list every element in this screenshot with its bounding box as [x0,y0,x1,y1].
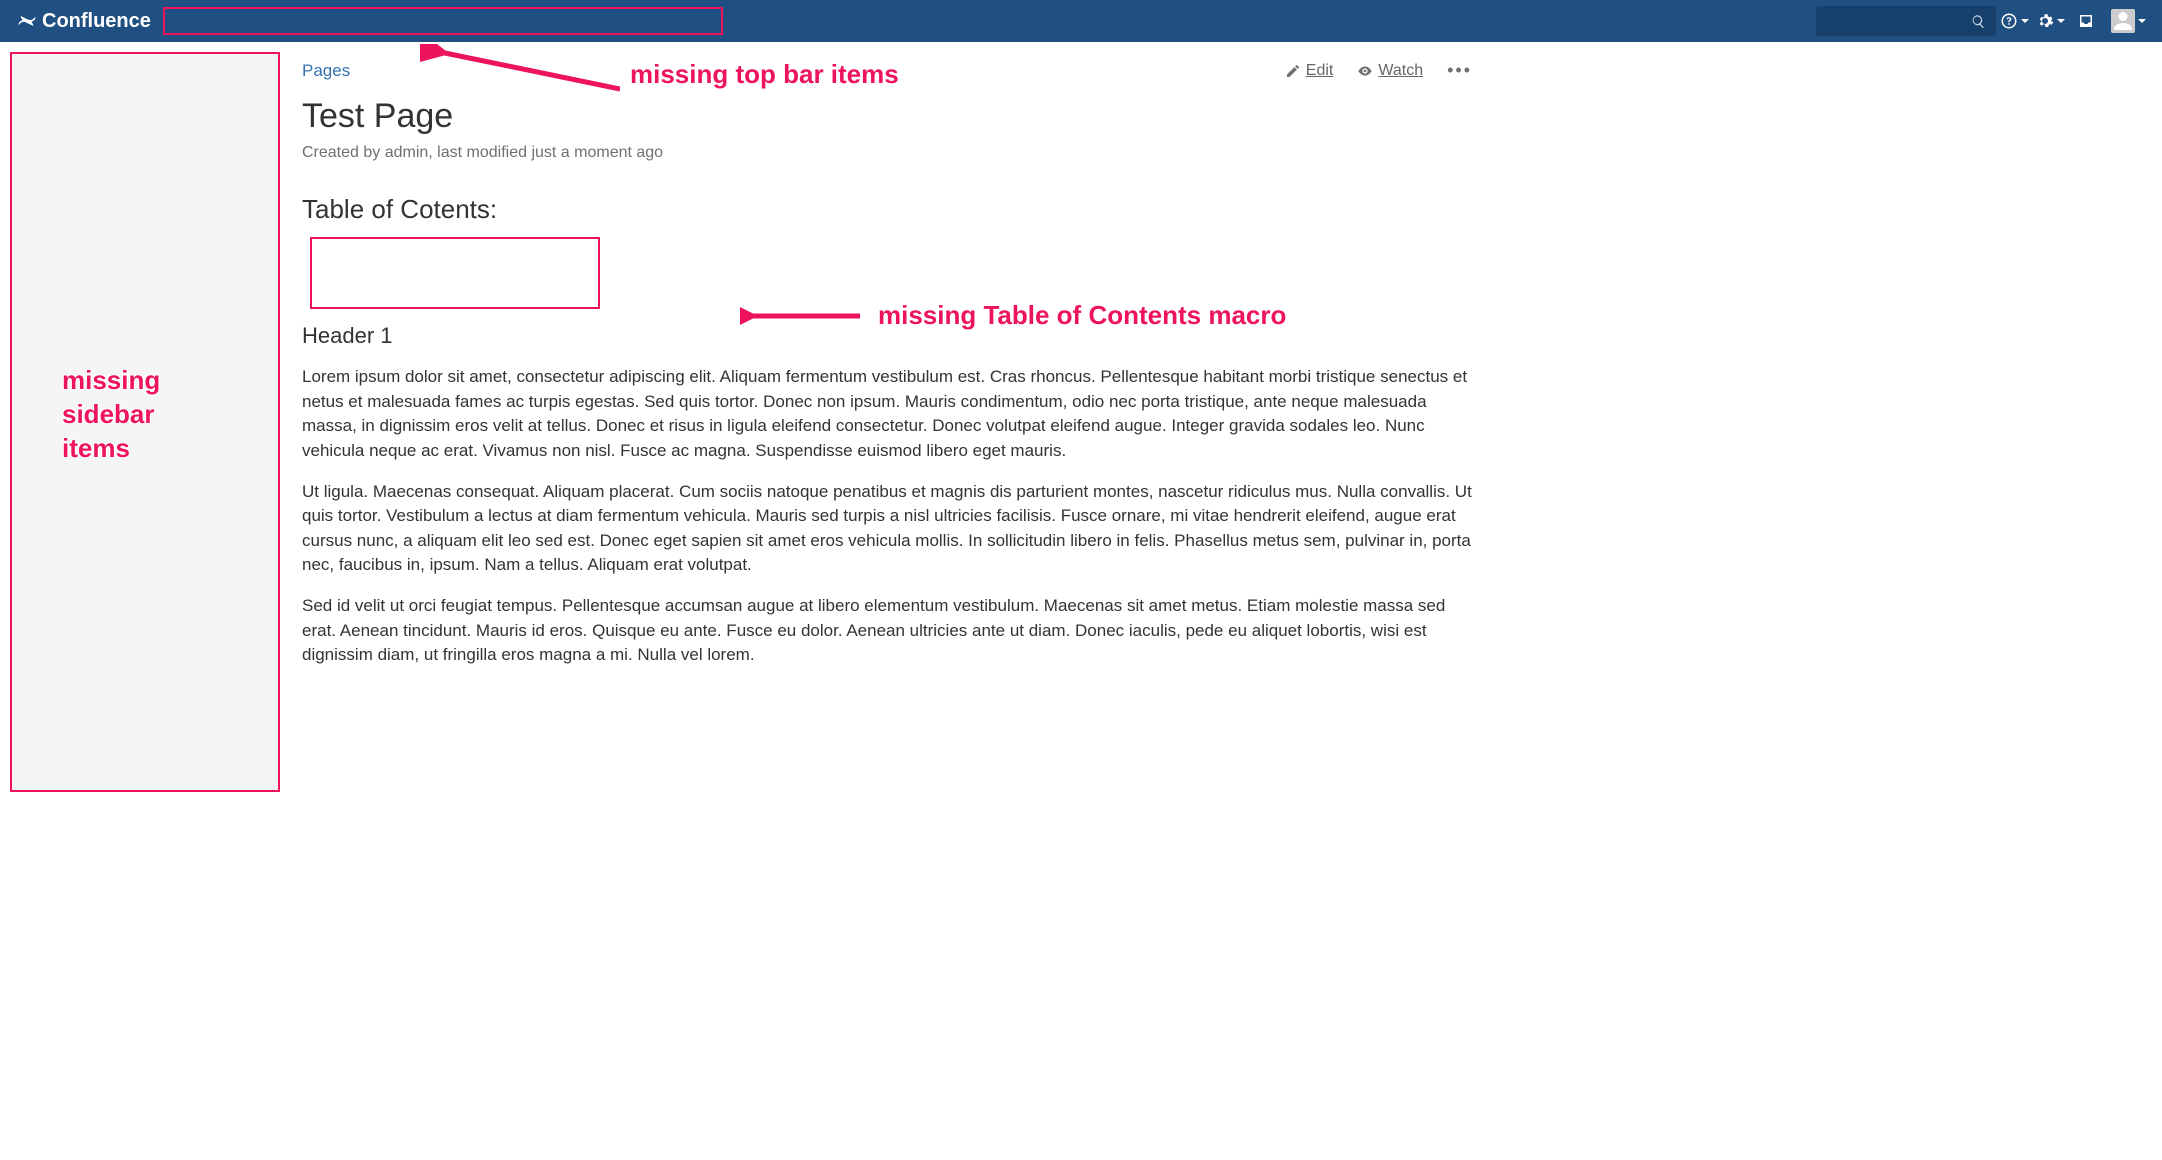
confluence-logo-icon [16,10,38,32]
caret-down-icon [2021,19,2029,23]
watch-button[interactable]: Watch [1357,62,1423,80]
breadcrumb: Pages [302,61,350,81]
watch-label: Watch [1378,62,1423,80]
eye-icon [1357,63,1373,79]
brand-text: Confluence [42,10,151,33]
content-paragraph: Sed id velit ut orci feugiat tempus. Pel… [302,594,1472,668]
help-icon [2000,12,2018,30]
search-box[interactable] [1816,6,1996,36]
page-byline: Created by admin, last modified just a m… [302,144,1472,162]
pencil-icon [1285,63,1301,79]
annotation-topbar-missing-box [163,7,723,35]
gear-icon [2036,12,2054,30]
admin-menu[interactable] [2032,0,2068,42]
avatar [2111,9,2135,33]
search-icon [1971,14,1986,29]
annotation-topbar-callout: missing top bar items [420,44,899,104]
caret-down-icon [2138,19,2146,23]
user-menu[interactable] [2104,0,2152,42]
user-icon [2111,9,2135,33]
annotation-toc-missing-box [310,237,600,309]
main-content: Pages Edit Watch ••• Test Page Created b… [290,42,1500,802]
content-paragraph: Lorem ipsum dolor sit amet, consectetur … [302,365,1472,464]
page-actions: Edit Watch ••• [1285,60,1472,81]
page-layout: missing sidebar items Pages Edit Watch •… [0,42,2162,802]
annotation-sidebar-label: missing sidebar items [62,364,160,465]
confluence-logo[interactable]: Confluence [10,10,157,33]
annotation-toc-label: missing Table of Contents macro [878,300,1286,331]
caret-down-icon [2057,19,2065,23]
edit-button[interactable]: Edit [1285,62,1334,80]
inbox-icon [2077,12,2095,30]
help-menu[interactable] [1996,0,2032,42]
top-navigation-bar: Confluence [0,0,2162,42]
inbox-button[interactable] [2068,0,2104,42]
more-actions-button[interactable]: ••• [1447,60,1472,81]
annotation-toc-callout: missing Table of Contents macro [740,300,1286,331]
edit-label: Edit [1306,62,1334,80]
content-paragraph: Ut ligula. Maecenas consequat. Aliquam p… [302,480,1472,579]
annotation-sidebar-missing-box: missing sidebar items [10,52,280,792]
arrow-icon [740,301,860,331]
annotation-topbar-label: missing top bar items [630,59,899,90]
toc-heading: Table of Cotents: [302,194,1472,225]
sidebar: missing sidebar items [0,42,290,802]
arrow-icon [420,44,620,104]
breadcrumb-pages-link[interactable]: Pages [302,61,350,80]
